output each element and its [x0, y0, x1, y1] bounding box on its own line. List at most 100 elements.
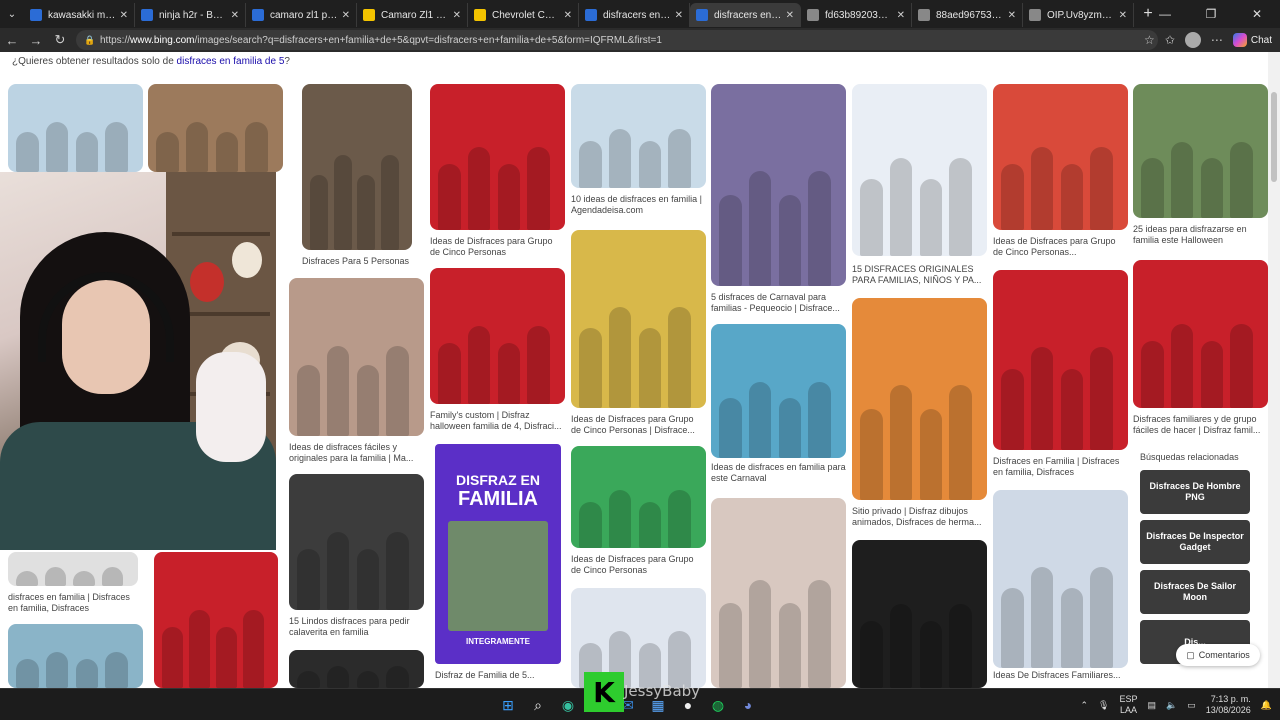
network-icon[interactable]: ▤	[1147, 700, 1156, 711]
image-result-thumbnail[interactable]	[571, 84, 706, 188]
browser-tab[interactable]: 88aed967539e0a7c3 ✕	[912, 3, 1023, 27]
related-search-card[interactable]: Disfraces De Inspector Gadget	[1140, 520, 1250, 564]
image-result-thumbnail[interactable]	[852, 540, 987, 688]
figure-silhouette	[1141, 157, 1164, 218]
clock[interactable]: 7:13 p. m. 13/08/2026	[1206, 694, 1251, 716]
image-result-thumbnail[interactable]	[993, 84, 1128, 230]
url-field[interactable]: 🔒 https://www.bing.com/images/search?q=d…	[76, 30, 1158, 50]
more-menu-icon[interactable]: ⋯	[1211, 33, 1223, 47]
favorites-icon[interactable]: ✩	[1165, 33, 1175, 47]
close-tab-icon[interactable]: ✕	[342, 10, 350, 21]
spotify-icon[interactable]: ◍	[706, 693, 730, 717]
image-caption[interactable]: Ideas de Disfraces para Grupo de Cinco P…	[993, 236, 1128, 258]
close-tab-icon[interactable]: ✕	[1119, 10, 1127, 21]
image-caption[interactable]: Disfraz de Familia de 5...	[435, 670, 565, 681]
image-caption[interactable]: Disfraces en Familia | Disfraces en fami…	[993, 456, 1128, 478]
close-window-button[interactable]: ✕	[1234, 0, 1280, 28]
discord-icon[interactable]: ◕	[736, 693, 760, 717]
image-caption[interactable]: Sitio privado | Disfraz dibujos animados…	[852, 506, 987, 528]
image-caption[interactable]: Family's custom | Disfraz halloween fami…	[430, 410, 565, 432]
chat-button[interactable]: Chat	[1232, 33, 1272, 47]
image-result-thumbnail[interactable]	[571, 230, 706, 408]
close-tab-icon[interactable]: ✕	[564, 10, 572, 21]
browser-tab[interactable]: Chevrolet Camaro Zl ✕	[468, 3, 579, 27]
image-result-thumbnail[interactable]	[711, 84, 846, 286]
image-result-thumbnail[interactable]	[711, 498, 846, 688]
image-result-thumbnail[interactable]	[302, 84, 412, 250]
image-caption[interactable]: 10 ideas de disfraces en familia | Agend…	[571, 194, 706, 216]
tab-actions-menu[interactable]: ⌄	[0, 0, 24, 28]
battery-icon[interactable]: ▭	[1187, 700, 1196, 711]
image-caption[interactable]: disfraces en familia | Disfraces en fami…	[8, 592, 138, 614]
figure-silhouette	[216, 626, 237, 688]
image-caption[interactable]: Ideas De Disfraces Familiares...	[993, 670, 1128, 681]
edge-icon[interactable]: ◉	[556, 693, 580, 717]
image-caption[interactable]: Ideas de Disfraces para Grupo de Cinco P…	[430, 236, 565, 258]
browser-tab[interactable]: Camaro Zl1 - Carros ✕	[357, 3, 468, 27]
image-caption[interactable]: 25 ideas para disfrazarse en familia est…	[1133, 224, 1268, 246]
maximize-button[interactable]: ❐	[1188, 0, 1234, 28]
image-result-thumbnail[interactable]	[1133, 84, 1268, 218]
image-caption[interactable]: 15 DISFRACES ORIGINALES PARA FAMILIAS, N…	[852, 264, 987, 286]
image-result-thumbnail[interactable]	[289, 278, 424, 436]
favorite-star-icon[interactable]: ☆	[1144, 33, 1155, 47]
minimize-button[interactable]: —	[1142, 0, 1188, 28]
image-result-thumbnail[interactable]	[8, 84, 143, 172]
image-caption[interactable]: Disfraces Para 5 Personas	[302, 256, 412, 267]
related-search-card[interactable]: Disfraces De Hombre PNG	[1140, 470, 1250, 514]
image-caption[interactable]: Ideas de Disfraces para Grupo de Cinco P…	[571, 554, 706, 576]
image-result-thumbnail[interactable]	[711, 324, 846, 458]
close-tab-icon[interactable]: ✕	[231, 10, 239, 21]
image-caption[interactable]: Ideas de disfraces en familia para este …	[711, 462, 846, 484]
image-result-thumbnail[interactable]	[993, 270, 1128, 450]
forward-button[interactable]: →	[24, 28, 48, 52]
browser-tab[interactable]: fd63b892034f77b0f ✕	[801, 3, 912, 27]
image-caption[interactable]: Ideas de disfraces fáciles y originales …	[289, 442, 424, 464]
browser-tab[interactable]: kawasakki moto - Bi ✕	[24, 3, 135, 27]
related-search-card[interactable]: Disfraces De Sailor Moon	[1140, 570, 1250, 614]
close-tab-icon[interactable]: ✕	[786, 10, 794, 21]
close-tab-icon[interactable]: ✕	[1008, 10, 1016, 21]
image-result-thumbnail[interactable]	[289, 650, 424, 688]
close-tab-icon[interactable]: ✕	[120, 10, 128, 21]
browser-tab[interactable]: camaro zl1 precio - B ✕	[246, 3, 357, 27]
language-indicator[interactable]: ESP LAA	[1119, 694, 1137, 716]
refresh-button[interactable]: ↻	[48, 28, 72, 52]
image-result-thumbnail[interactable]	[430, 268, 565, 404]
page-scrollbar[interactable]	[1268, 52, 1280, 688]
browser-tab[interactable]: disfracers en familia ✕	[690, 3, 801, 27]
image-result-thumbnail[interactable]	[993, 490, 1128, 668]
image-result-thumbnail[interactable]	[154, 552, 278, 688]
featured-banner-thumbnail[interactable]: DISFRAZ EN FAMILIA INTEGRAMENTE	[435, 444, 561, 664]
image-caption[interactable]: Disfraces familiares y de grupo fáciles …	[1133, 414, 1268, 436]
close-tab-icon[interactable]: ✕	[453, 10, 461, 21]
image-result-thumbnail[interactable]	[430, 84, 565, 230]
back-button[interactable]: ←	[0, 28, 24, 52]
close-tab-icon[interactable]: ✕	[897, 10, 905, 21]
close-tab-icon[interactable]: ✕	[675, 10, 683, 21]
profile-avatar[interactable]	[1184, 32, 1201, 48]
browser-tab[interactable]: disfracers en familia ✕	[579, 3, 690, 27]
image-result-thumbnail[interactable]	[148, 84, 283, 172]
image-caption[interactable]: 5 disfraces de Carnaval para familias - …	[711, 292, 846, 314]
suggestion-link[interactable]: disfraces en familia de 5	[177, 56, 285, 67]
image-result-thumbnail[interactable]	[852, 84, 987, 256]
browser-tab[interactable]: ninja h2r - Búsqueda ✕	[135, 3, 246, 27]
comments-button[interactable]: ▢ Comentarios	[1176, 644, 1260, 666]
search-icon[interactable]: ⌕	[526, 693, 550, 717]
image-caption[interactable]: 15 Lindos disfraces para pedir calaverit…	[289, 616, 424, 638]
mic-tray-icon[interactable]: 🎙	[1098, 700, 1109, 711]
browser-tab[interactable]: OIP.Uv8yzmPH7k8E ✕	[1023, 3, 1134, 27]
image-result-thumbnail[interactable]	[1133, 260, 1268, 408]
notifications-icon[interactable]: 🔔	[1261, 700, 1272, 711]
image-result-thumbnail[interactable]	[8, 624, 143, 688]
image-result-thumbnail[interactable]	[571, 446, 706, 548]
image-result-thumbnail[interactable]	[289, 474, 424, 610]
scrollbar-thumb[interactable]	[1271, 92, 1277, 182]
image-result-thumbnail[interactable]	[8, 552, 138, 586]
tray-expand-icon[interactable]: ⌃	[1080, 700, 1088, 711]
image-caption[interactable]: Ideas de Disfraces para Grupo de Cinco P…	[571, 414, 706, 436]
volume-icon[interactable]: 🔈	[1166, 700, 1177, 711]
windows-start-icon[interactable]: ⊞	[496, 693, 520, 717]
image-result-thumbnail[interactable]	[852, 298, 987, 500]
